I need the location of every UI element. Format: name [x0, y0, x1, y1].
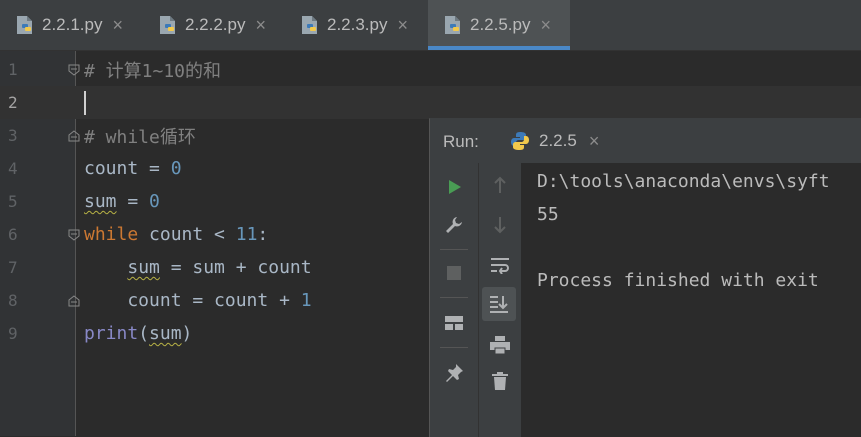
tab-2-2-1[interactable]: 2.2.1.py × — [14, 0, 123, 50]
console-output[interactable]: D:\tools\anaconda\envs\syft 55 Process f… — [521, 163, 861, 437]
toolbar-divider — [440, 297, 468, 298]
fold-icon[interactable] — [68, 294, 80, 307]
run-tab-label: 2.2.5 — [539, 131, 577, 150]
number-literal: 0 — [149, 191, 160, 212]
variable: sum — [84, 191, 117, 212]
run-icon[interactable] — [438, 171, 470, 203]
line-number: 8 — [8, 291, 18, 310]
number-literal: 1 — [300, 290, 312, 311]
toolbar-divider — [440, 347, 468, 348]
line-number: 2 — [8, 93, 18, 112]
fold-icon[interactable] — [68, 229, 80, 241]
python-file-icon — [445, 16, 460, 34]
comment-text: # 计算1~10的和 — [84, 60, 222, 82]
close-icon[interactable]: × — [541, 15, 552, 36]
pin-icon[interactable] — [438, 357, 470, 389]
close-icon[interactable]: × — [113, 15, 124, 36]
code-fragment: : — [257, 224, 269, 245]
code-text: print(sum) — [84, 323, 192, 344]
code-fragment: = sum + count — [159, 257, 312, 278]
python-icon — [511, 132, 529, 150]
keyword: while — [84, 224, 139, 245]
tab-2-2-2[interactable]: 2.2.2.py × — [157, 0, 266, 50]
line-number: 3 — [8, 126, 18, 145]
console-line: D:\tools\anaconda\envs\syft — [537, 171, 830, 192]
variable: sum — [127, 257, 160, 278]
tab-2-2-5[interactable]: 2.2.5.py × — [428, 0, 570, 50]
arrow-up-icon[interactable] — [484, 169, 516, 201]
operator: = — [116, 191, 150, 212]
tab-label: 2.2.2.py — [185, 15, 246, 34]
line-number: 7 — [8, 258, 18, 277]
text-caret — [84, 90, 86, 115]
fold-icon[interactable] — [68, 64, 80, 76]
builtin-function: print — [84, 323, 139, 344]
run-header: Run: 2.2.5 × — [430, 119, 861, 163]
fold-icon[interactable] — [68, 129, 80, 142]
line-number: 5 — [8, 192, 18, 211]
code-fragment: ( — [138, 323, 150, 344]
arrow-down-icon[interactable] — [484, 209, 516, 241]
console-line: 55 — [537, 204, 559, 225]
line-number: 1 — [8, 60, 18, 79]
close-icon[interactable]: × — [256, 15, 267, 36]
run-toolbar-left — [430, 163, 478, 437]
tab-label: 2.2.1.py — [42, 15, 103, 34]
number-literal: 0 — [170, 158, 182, 179]
code-text: count = count + 1 — [84, 290, 312, 311]
python-file-icon — [302, 16, 317, 34]
close-icon[interactable]: × — [398, 15, 409, 36]
code-line[interactable]: 1 # 计算1~10的和 — [0, 53, 861, 86]
scroll-to-end-icon[interactable] — [482, 287, 516, 321]
line-number: 6 — [8, 225, 18, 244]
run-toolbar-right — [478, 163, 521, 437]
operator: = — [138, 158, 171, 179]
code-text: sum = sum + count — [84, 257, 312, 278]
run-tool-window: Run: 2.2.5 × D:\tools\anaconda\envs\syft… — [429, 118, 861, 437]
toolbar-divider — [440, 249, 468, 250]
line-number: 4 — [8, 159, 18, 178]
code-line-current[interactable]: 2 — [0, 86, 861, 119]
tab-label: 2.2.3.py — [327, 15, 388, 34]
stop-icon[interactable] — [438, 257, 470, 289]
layout-icon[interactable] — [438, 307, 470, 339]
run-config-tab[interactable]: 2.2.5 × — [491, 119, 620, 163]
tab-2-2-3[interactable]: 2.2.3.py × — [299, 0, 408, 50]
close-icon[interactable]: × — [589, 131, 600, 152]
line-number: 9 — [8, 324, 18, 343]
code-fragment: count = count + — [84, 290, 301, 311]
comment-text: # while循环 — [84, 126, 196, 148]
python-file-icon — [17, 16, 32, 34]
variable: sum — [149, 323, 182, 344]
console-line: Process finished with exit — [537, 270, 819, 291]
code-text: count = 0 — [84, 158, 182, 179]
variable: count — [84, 158, 139, 179]
number-literal: 11 — [235, 224, 258, 245]
trash-icon[interactable] — [484, 365, 516, 397]
code-text: while count < 11: — [84, 224, 268, 245]
code-fragment: ) — [181, 323, 193, 344]
tab-label: 2.2.5.py — [470, 15, 531, 34]
wrench-icon[interactable] — [438, 209, 470, 241]
print-icon[interactable] — [484, 329, 516, 361]
soft-wrap-icon[interactable] — [484, 249, 516, 281]
python-file-icon — [160, 16, 175, 34]
code-fragment: count < — [138, 224, 236, 245]
run-label: Run: — [443, 132, 479, 151]
editor-tab-bar: 2.2.1.py × 2.2.2.py × 2.2.3.py × 2.2.5.p… — [0, 0, 861, 51]
code-text: sum = 0 — [84, 191, 160, 212]
